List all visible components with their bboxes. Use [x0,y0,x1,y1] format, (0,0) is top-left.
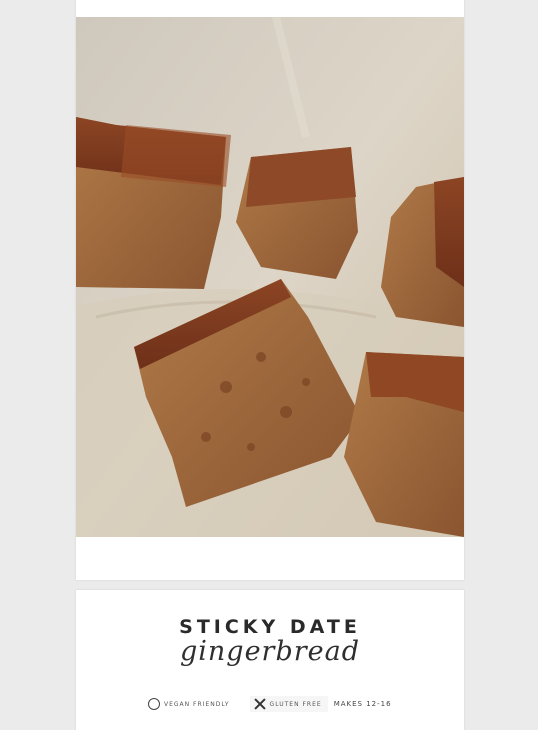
gluten-free-icon [254,698,266,710]
recipe-title: STICKY DATE [179,616,361,638]
recipe-badges: VEGAN FRIENDLY GLUTEN FREE MAKES 12-16 [148,696,392,712]
vegan-label: VEGAN FRIENDLY [164,700,230,708]
vegan-icon [148,698,160,710]
gluten-free-label: GLUTEN FREE [269,700,322,708]
gingerbread-photo [76,17,464,537]
document-page-1 [76,0,464,580]
cake-photo-illustration [76,17,464,537]
document-page-2: STICKY DATE gingerbread VEGAN FRIENDLY G… [76,590,464,730]
vegan-badge: VEGAN FRIENDLY [148,698,230,710]
recipe-subtitle: gingerbread [179,636,361,667]
gluten-free-badge: GLUTEN FREE [249,696,328,712]
makes-label: MAKES 12-16 [333,700,392,708]
